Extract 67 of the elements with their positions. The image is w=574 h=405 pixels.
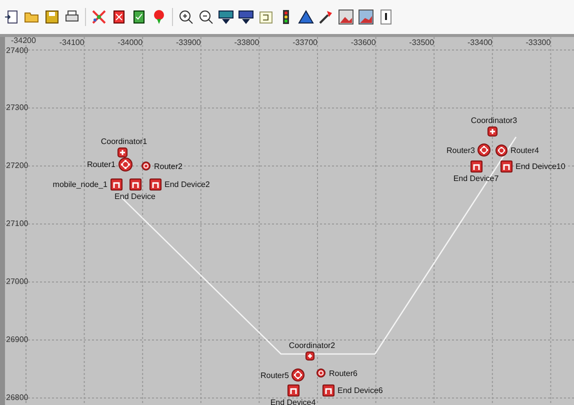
node-label: End Device7 [453,174,499,182]
y-axis-label: 27200 [6,161,28,170]
save-button[interactable] [43,8,61,26]
node-label: End Device2 [164,180,210,188]
y-axis-label: 27300 [6,103,28,112]
node-label: Router1 [87,160,116,168]
y-axis-label: 27400 [6,46,28,55]
image-button[interactable] [337,8,355,26]
save-icon [43,8,61,26]
node-label: Router3 [446,146,475,154]
end-device-icon[interactable] [128,178,142,190]
node-label: End Device6 [338,386,383,394]
triangle-icon [297,8,315,26]
node-label: End Device [114,192,156,200]
end-device-icon[interactable] [110,178,122,190]
node-label: Router5 [260,370,289,380]
x-axis-label: -33900 [174,38,201,47]
router-icon[interactable] [477,143,491,157]
end-device-icon[interactable] [148,178,162,190]
node-label: End Device4 [270,398,316,405]
node-label: mobile_node_1 [52,180,108,188]
y-axis-label: 27000 [6,277,28,286]
end-device-icon[interactable] [470,160,482,172]
node-label: Coordinator1 [100,136,148,146]
node-label: Coordinator2 [288,341,336,350]
coordinator-icon[interactable] [305,351,315,361]
router-icon[interactable] [118,156,132,172]
coordinator-icon[interactable] [116,146,128,158]
coordinator-icon[interactable] [486,126,498,136]
x-axis-label: -33300 [524,38,551,47]
zoom-out-icon [197,8,215,26]
monitor-button[interactable] [237,8,255,26]
x-axis-label: -33700 [292,38,318,47]
node-label: End Deivce10 [516,162,566,170]
wand-button[interactable] [317,8,335,26]
image-icon [337,8,355,26]
router-icon[interactable] [141,161,151,171]
x-axis-label: -34200 [11,37,36,45]
x-axis-label: -33600 [350,38,376,47]
monitor-icon [237,8,255,26]
triangle-button[interactable] [297,8,315,26]
chart-image-button[interactable] [357,8,375,26]
x-axis-label: -34100 [58,38,84,47]
x-axis-label: -34000 [116,38,143,47]
wand-icon [317,8,335,26]
router-icon[interactable] [494,144,508,156]
y-axis-label: 26800 [6,393,28,402]
x-axis-label: -33400 [466,38,492,47]
zoom-in-icon [177,8,195,26]
chart-image-icon [357,8,375,26]
x-axis-label: -33500 [408,38,434,47]
x-axis-label: -33800 [233,38,260,47]
node-label: Router2 [154,162,182,170]
node-label: Router6 [329,368,358,378]
end-device-icon[interactable] [322,384,334,396]
end-device-icon[interactable] [286,384,300,396]
monitor-icon [217,8,235,26]
node-label: Coordinator3 [470,116,518,124]
node-label: Router4 [510,146,539,154]
y-axis-label: 26900 [6,335,28,344]
y-axis-label: 27100 [6,219,28,228]
zoom-in-button[interactable] [177,8,195,26]
router-icon[interactable] [316,368,326,378]
monitor-button[interactable] [217,8,235,26]
end-device-icon[interactable] [500,160,512,172]
zoom-out-button[interactable] [197,8,215,26]
router-icon[interactable] [291,368,305,382]
